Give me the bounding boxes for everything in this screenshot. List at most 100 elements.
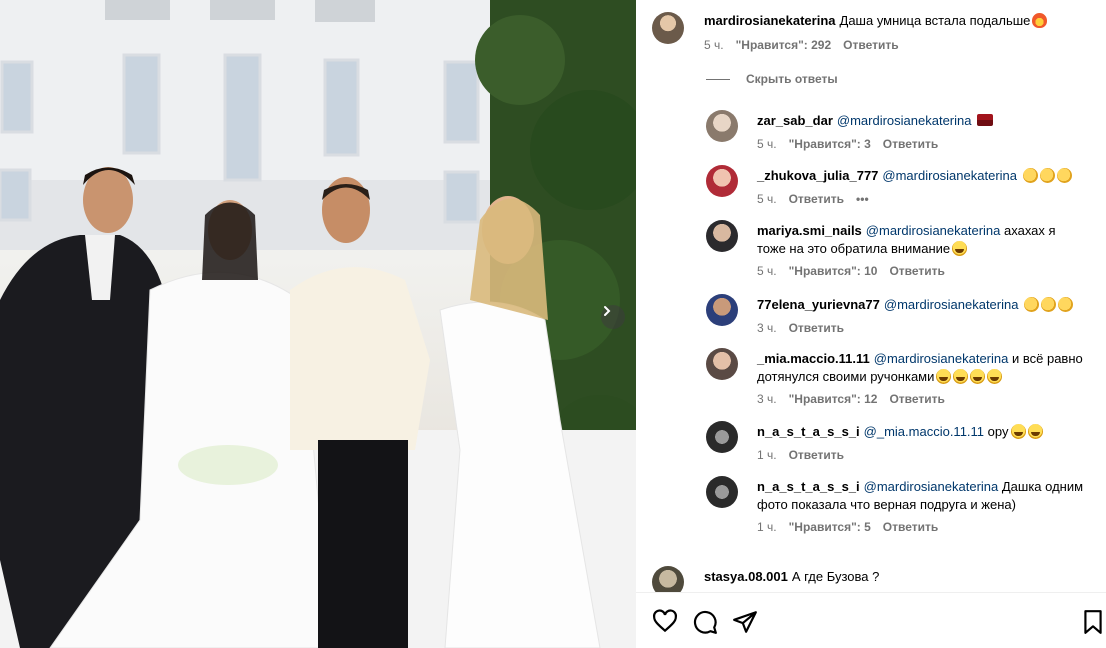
comment-time[interactable]: 1 ч. xyxy=(757,448,777,462)
post-actions-bar xyxy=(636,592,1106,648)
comment-text: Даша умница встала подальше xyxy=(839,13,1031,28)
comment-time[interactable]: 3 ч. xyxy=(757,392,777,406)
clap-emoji-icon xyxy=(1041,297,1057,312)
hide-replies-label: Скрыть ответы xyxy=(746,72,838,86)
comment-time[interactable]: 3 ч. xyxy=(757,321,777,335)
comment-meta: 5 ч. "Нравится": 3 Ответить xyxy=(757,137,938,151)
comment-text-continued: фото показала что верная подруга и жена) xyxy=(757,497,1016,512)
avatar[interactable] xyxy=(706,476,738,508)
comment-username[interactable]: n_a_s_t_a_s_s_i xyxy=(757,424,860,439)
comment-mention[interactable]: @mardirosianekaterina xyxy=(837,113,972,128)
comment-likes[interactable]: "Нравится": 5 xyxy=(789,520,871,534)
avatar[interactable] xyxy=(652,12,684,44)
clap-emoji-icon xyxy=(1058,297,1074,312)
replies-line xyxy=(706,78,730,80)
comment-mention[interactable]: @mardirosianekaterina xyxy=(884,297,1019,312)
comment-meta: 1 ч. Ответить xyxy=(757,448,844,462)
clap-emoji-icon xyxy=(1024,297,1040,312)
clap-emoji-icon xyxy=(1056,168,1072,183)
comment-likes[interactable]: "Нравится": 3 xyxy=(789,137,871,151)
comment-text-continued: тоже на это обратила внимание xyxy=(757,241,951,256)
hide-replies-button[interactable]: Скрыть ответы xyxy=(706,72,838,86)
comment-body: n_a_s_t_a_s_s_i @mardirosianekaterina Даш… xyxy=(757,478,1092,514)
comment-time[interactable]: 5 ч. xyxy=(757,137,777,151)
comment-username[interactable]: zar_sab_dar xyxy=(757,113,833,128)
comment-username[interactable]: mardirosianekaterina xyxy=(704,13,836,28)
flag-emoji-icon xyxy=(977,114,994,126)
lol-emoji-icon xyxy=(952,241,968,256)
comment-body: stasya.08.001 А где Бузова ? xyxy=(704,568,1094,586)
avatar[interactable] xyxy=(706,294,738,326)
comment-time[interactable]: 5 ч. xyxy=(757,192,777,206)
comment-meta: 3 ч. "Нравится": 12 Ответить xyxy=(757,392,945,406)
avatar[interactable] xyxy=(706,348,738,380)
reply-button[interactable]: Ответить xyxy=(789,192,844,206)
comment-username[interactable]: stasya.08.001 xyxy=(704,569,788,584)
comment-likes[interactable]: "Нравится": 10 xyxy=(789,264,878,278)
comment-body: n_a_s_t_a_s_s_i @_mia.maccio.11.11 ору xyxy=(757,423,1092,441)
lol-emoji-icon xyxy=(1027,424,1043,439)
lol-emoji-icon xyxy=(970,369,986,384)
next-photo-button[interactable] xyxy=(601,305,625,329)
comment-text: ору xyxy=(987,424,1009,439)
comment-text: Дашка одним xyxy=(1001,479,1084,494)
chevron-right-icon xyxy=(604,306,611,316)
comment-body: mariya.smi_nails @mardirosianekaterina ах… xyxy=(757,222,1092,258)
fire-emoji-icon xyxy=(1032,13,1048,28)
comment-mention[interactable]: @mardirosianekaterina xyxy=(882,168,1017,183)
heart-icon[interactable] xyxy=(652,609,678,635)
avatar[interactable] xyxy=(706,220,738,252)
comment-text-continued: дотянулся своими ручонками xyxy=(757,369,935,384)
comment-meta: 5 ч. "Нравится": 10 Ответить xyxy=(757,264,945,278)
comment-mention[interactable]: @_mia.maccio.11.11 xyxy=(864,424,984,439)
comment-username[interactable]: 77elena_yurievna77 xyxy=(757,297,880,312)
lol-emoji-icon xyxy=(987,369,1003,384)
comment-body: 77elena_yurievna77 @mardirosianekaterina xyxy=(757,296,1092,314)
comment-body: _zhukova_julia_777 @mardirosianekaterina xyxy=(757,167,1092,185)
wedding-photo-illustration xyxy=(0,0,636,648)
lol-emoji-icon xyxy=(1010,424,1026,439)
reply-button[interactable]: Ответить xyxy=(889,264,944,278)
comment-meta: 3 ч. Ответить xyxy=(757,321,844,335)
reply-button[interactable]: Ответить xyxy=(789,321,844,335)
comment-icon[interactable] xyxy=(692,609,718,635)
bookmark-icon[interactable] xyxy=(1080,609,1106,635)
avatar[interactable] xyxy=(706,421,738,453)
clap-emoji-icon xyxy=(1022,168,1038,183)
lol-emoji-icon xyxy=(953,369,969,384)
comment-meta: 5 ч. "Нравится": 292 Ответить xyxy=(704,38,899,52)
comment-text: А где Бузова ? xyxy=(791,569,880,584)
comment-username[interactable]: n_a_s_t_a_s_s_i xyxy=(757,479,860,494)
reply-button[interactable]: Ответить xyxy=(883,137,938,151)
avatar[interactable] xyxy=(706,165,738,197)
comments-panel: mardirosianekaterina Даша умница встала п… xyxy=(636,0,1106,648)
reply-button[interactable]: Ответить xyxy=(843,38,898,52)
comment-likes[interactable]: "Нравится": 292 xyxy=(736,38,832,52)
comment-text: и всё равно xyxy=(1011,351,1083,366)
comment-text: ахахах я xyxy=(1004,223,1056,238)
comment-meta: 1 ч. "Нравится": 5 Ответить xyxy=(757,520,938,534)
comment-likes[interactable]: "Нравится": 12 xyxy=(789,392,878,406)
lol-emoji-icon xyxy=(936,369,952,384)
post-photo xyxy=(0,0,636,648)
comment-body: zar_sab_dar @mardirosianekaterina xyxy=(757,112,1092,130)
send-icon[interactable] xyxy=(732,609,758,635)
comment-body: mardirosianekaterina Даша умница встала п… xyxy=(704,12,1094,30)
clap-emoji-icon xyxy=(1039,168,1055,183)
comment-username[interactable]: mariya.smi_nails xyxy=(757,223,862,238)
comment-mention[interactable]: @mardirosianekaterina xyxy=(866,223,1001,238)
comment-username[interactable]: _zhukova_julia_777 xyxy=(757,168,878,183)
avatar[interactable] xyxy=(706,110,738,142)
comment-mention[interactable]: @mardirosianekaterina xyxy=(864,479,999,494)
comment-mention[interactable]: @mardirosianekaterina xyxy=(874,351,1009,366)
reply-button[interactable]: Ответить xyxy=(789,448,844,462)
reply-button[interactable]: Ответить xyxy=(883,520,938,534)
comment-time[interactable]: 5 ч. xyxy=(704,38,724,52)
comment-username[interactable]: _mia.maccio.11.11 xyxy=(757,351,870,366)
comment-body: _mia.maccio.11.11 @mardirosianekaterina и… xyxy=(757,350,1092,386)
comment-time[interactable]: 1 ч. xyxy=(757,520,777,534)
more-options-button[interactable]: ••• xyxy=(856,192,869,206)
reply-button[interactable]: Ответить xyxy=(889,392,944,406)
comment-meta: 5 ч. Ответить ••• xyxy=(757,192,869,206)
comment-time[interactable]: 5 ч. xyxy=(757,264,777,278)
